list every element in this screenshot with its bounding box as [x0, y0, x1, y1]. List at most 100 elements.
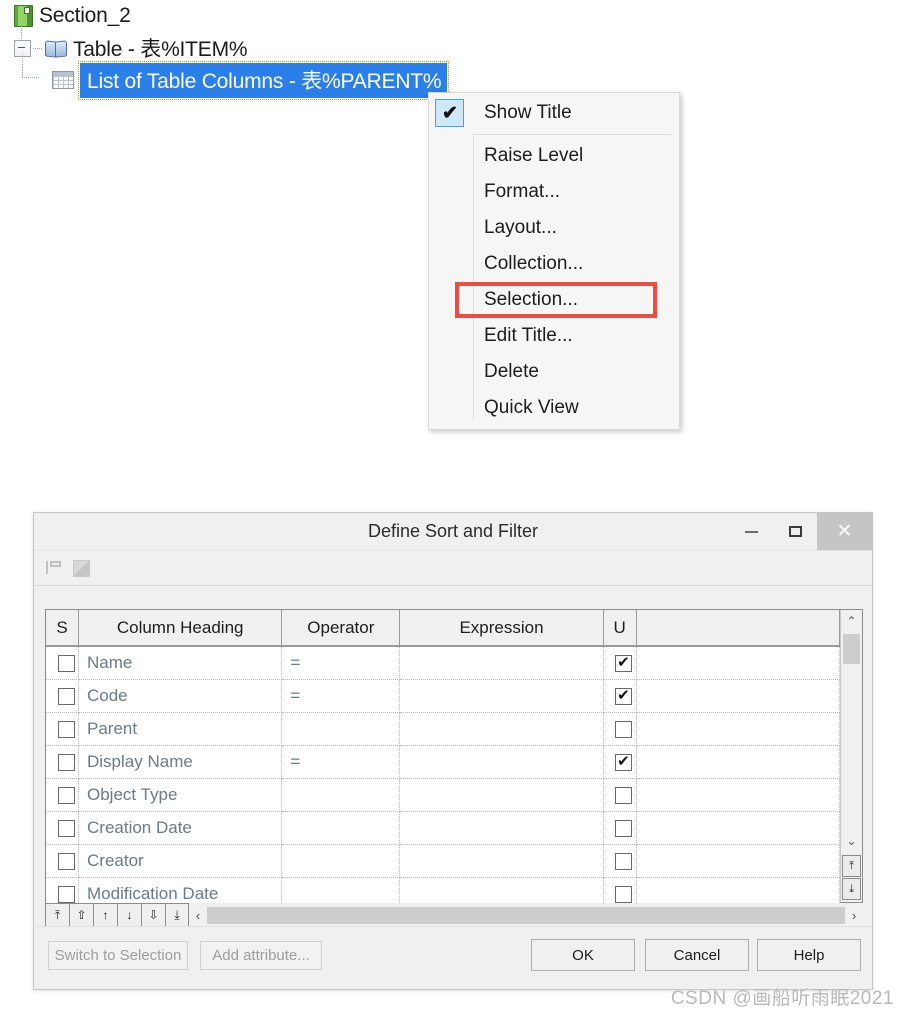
- tree-node-section[interactable]: Section_2: [0, 0, 620, 32]
- minimize-button[interactable]: [729, 513, 773, 550]
- row-blank-cell[interactable]: [636, 745, 841, 779]
- column-header-blank[interactable]: [636, 610, 841, 647]
- menu-item-edit-title[interactable]: Edit Title...: [429, 318, 679, 354]
- column-header-heading[interactable]: Column Heading: [78, 610, 283, 647]
- expression-cell[interactable]: [399, 745, 604, 779]
- row-select-checkbox[interactable]: [57, 754, 75, 772]
- row-use-checkbox[interactable]: [615, 853, 633, 871]
- row-blank-cell[interactable]: [636, 679, 841, 713]
- row-select-checkbox[interactable]: [57, 886, 75, 904]
- column-heading-cell[interactable]: Object Type: [78, 778, 283, 812]
- menu-item-quick-view[interactable]: Quick View: [429, 390, 679, 426]
- row-select-cell[interactable]: [46, 778, 79, 812]
- move-down-fast-button[interactable]: ⇩: [141, 903, 165, 927]
- column-heading-cell[interactable]: Code: [78, 679, 283, 713]
- row-use-checkbox[interactable]: [615, 721, 633, 739]
- row-use-cell[interactable]: [603, 646, 637, 680]
- row-blank-cell[interactable]: [636, 712, 841, 746]
- table-row[interactable]: Object Type: [46, 778, 841, 812]
- row-use-checkbox[interactable]: [615, 752, 633, 772]
- operator-cell[interactable]: [281, 844, 401, 878]
- dialog-titlebar[interactable]: Define Sort and Filter ✕: [34, 513, 872, 551]
- table-row[interactable]: Creation Date: [46, 811, 841, 845]
- operator-cell[interactable]: [281, 778, 401, 812]
- column-heading-cell[interactable]: Parent: [78, 712, 283, 746]
- operator-cell[interactable]: [281, 811, 401, 845]
- row-select-cell[interactable]: [46, 844, 79, 878]
- column-header-expression[interactable]: Expression: [399, 610, 604, 647]
- scroll-up-arrow-icon[interactable]: ⌃: [841, 610, 862, 632]
- scroll-to-top-button[interactable]: ⤒: [842, 855, 861, 877]
- operator-cell[interactable]: =: [281, 679, 401, 713]
- expression-cell[interactable]: [399, 646, 604, 680]
- row-select-checkbox[interactable]: [57, 688, 75, 706]
- row-blank-cell[interactable]: [636, 844, 841, 878]
- close-button[interactable]: ✕: [817, 513, 872, 550]
- move-to-top-button[interactable]: ⤒: [45, 903, 69, 927]
- row-select-checkbox[interactable]: [57, 655, 75, 673]
- horizontal-scrollbar-thumb[interactable]: [207, 906, 845, 924]
- expression-cell[interactable]: [399, 844, 604, 878]
- scrollbar-thumb[interactable]: [843, 634, 860, 664]
- expression-cell[interactable]: [399, 811, 604, 845]
- table-row[interactable]: Display Name =: [46, 745, 841, 779]
- row-use-cell[interactable]: [603, 811, 637, 845]
- column-heading-cell[interactable]: Display Name: [78, 745, 283, 779]
- expression-cell[interactable]: [399, 778, 604, 812]
- row-select-cell[interactable]: [46, 745, 79, 779]
- vertical-scrollbar[interactable]: ⌃ ⌄ ⤒ ⤓: [840, 610, 862, 902]
- column-header-u[interactable]: U: [603, 610, 637, 647]
- operator-cell[interactable]: =: [281, 745, 401, 779]
- column-heading-cell[interactable]: Creation Date: [78, 811, 283, 845]
- scroll-down-arrow-icon[interactable]: ⌄: [841, 830, 862, 852]
- row-select-cell[interactable]: [46, 679, 79, 713]
- row-select-checkbox[interactable]: [57, 721, 75, 739]
- row-use-checkbox[interactable]: [615, 653, 633, 673]
- row-select-checkbox[interactable]: [57, 787, 75, 805]
- expression-cell[interactable]: [399, 679, 604, 713]
- row-select-checkbox[interactable]: [57, 820, 75, 838]
- operator-cell[interactable]: [281, 712, 401, 746]
- help-button[interactable]: Help: [757, 939, 861, 971]
- row-blank-cell[interactable]: [636, 811, 841, 845]
- table-row[interactable]: Code =: [46, 679, 841, 713]
- move-down-button[interactable]: ↓: [117, 903, 141, 927]
- row-use-cell[interactable]: [603, 745, 637, 779]
- row-use-cell[interactable]: [603, 844, 637, 878]
- column-header-s[interactable]: S: [46, 610, 79, 647]
- horizontal-scrollbar[interactable]: ‹ ›: [189, 903, 863, 927]
- operator-cell[interactable]: =: [281, 646, 401, 680]
- scroll-left-arrow-icon[interactable]: ‹: [189, 908, 207, 923]
- menu-item-show-title[interactable]: ✔ Show Title: [429, 95, 679, 131]
- tree-node-table[interactable]: Table - 表%ITEM%: [0, 24, 620, 64]
- row-select-checkbox[interactable]: [57, 853, 75, 871]
- column-heading-cell[interactable]: Name: [78, 646, 283, 680]
- row-use-checkbox[interactable]: [615, 686, 633, 706]
- row-use-cell[interactable]: [603, 712, 637, 746]
- menu-item-collection[interactable]: Collection...: [429, 246, 679, 282]
- row-use-checkbox[interactable]: [615, 886, 633, 904]
- branch-tree-icon[interactable]: [46, 560, 63, 577]
- expression-cell[interactable]: [399, 712, 604, 746]
- scroll-to-bottom-button[interactable]: ⤓: [842, 878, 861, 900]
- row-select-cell[interactable]: [46, 712, 79, 746]
- move-to-bottom-button[interactable]: ⤓: [165, 903, 189, 927]
- scroll-right-arrow-icon[interactable]: ›: [845, 908, 863, 923]
- ok-button[interactable]: OK: [531, 939, 635, 971]
- move-up-fast-button[interactable]: ⇧: [69, 903, 93, 927]
- table-row[interactable]: Name =: [46, 646, 841, 680]
- row-use-checkbox[interactable]: [615, 787, 633, 805]
- row-select-cell[interactable]: [46, 811, 79, 845]
- menu-item-format[interactable]: Format...: [429, 174, 679, 210]
- add-attribute-button[interactable]: Add attribute...: [200, 941, 322, 970]
- move-up-button[interactable]: ↑: [93, 903, 117, 927]
- row-blank-cell[interactable]: [636, 646, 841, 680]
- row-use-checkbox[interactable]: [615, 820, 633, 838]
- row-blank-cell[interactable]: [636, 778, 841, 812]
- column-heading-cell[interactable]: Creator: [78, 844, 283, 878]
- menu-item-raise-level[interactable]: Raise Level: [429, 138, 679, 174]
- row-use-cell[interactable]: [603, 679, 637, 713]
- table-row[interactable]: Parent: [46, 712, 841, 746]
- switch-to-selection-button[interactable]: Switch to Selection: [48, 941, 188, 970]
- cancel-button[interactable]: Cancel: [645, 939, 749, 971]
